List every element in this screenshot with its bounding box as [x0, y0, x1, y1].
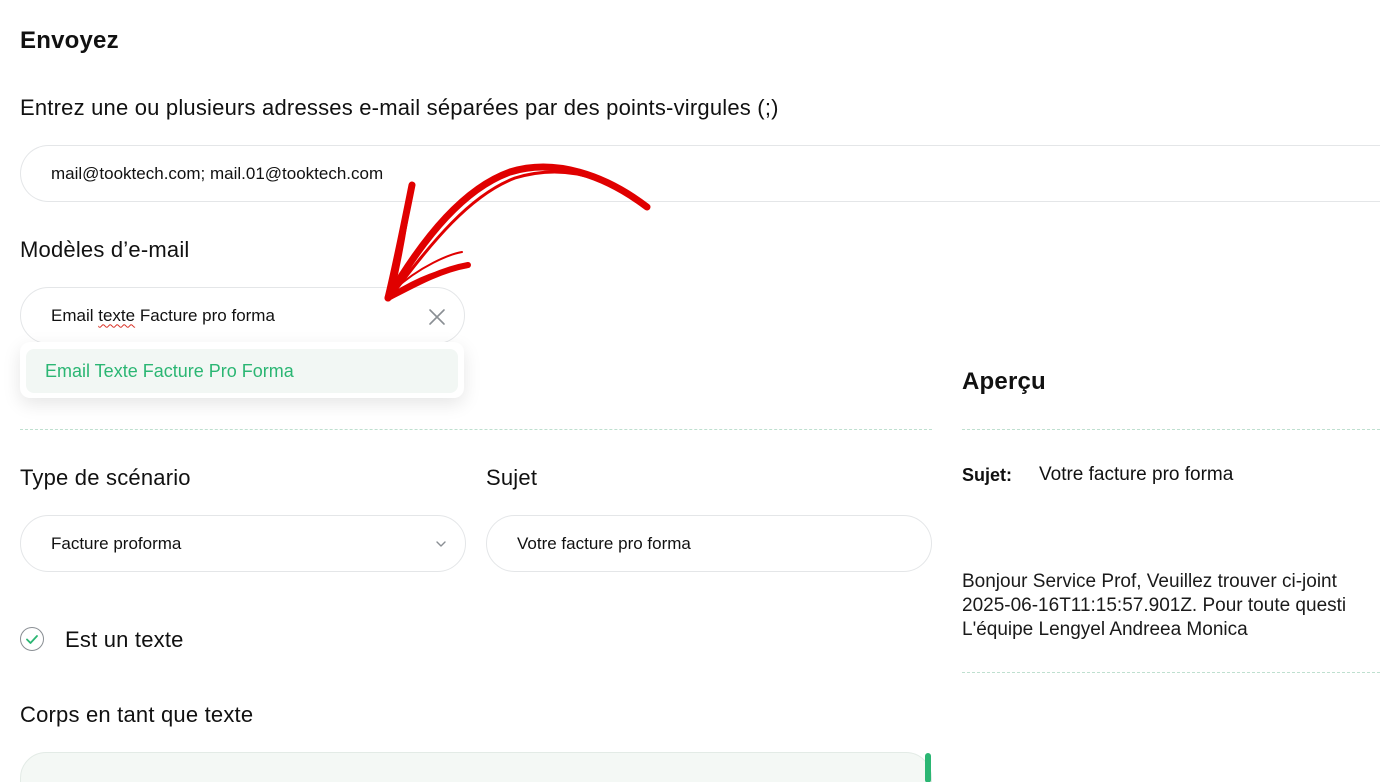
subject-input[interactable]: Votre facture pro forma	[486, 515, 932, 572]
is-text-checkbox[interactable]	[20, 627, 44, 651]
preview-subject-key: Sujet:	[962, 465, 1013, 485]
check-icon	[25, 634, 38, 644]
scrollbar-thumb[interactable]	[925, 753, 931, 782]
scenario-label: Type de scénario	[20, 465, 191, 490]
scenario-select-value: Facture proforma	[51, 533, 182, 553]
subject-label: Sujet	[486, 465, 538, 490]
scenario-select[interactable]: Facture proforma	[20, 515, 466, 572]
preview-body: Bonjour Service Prof, Veuillez trouver c…	[962, 570, 1380, 642]
emails-input[interactable]: mail@tooktech.com; mail.01@tooktech.com	[20, 145, 1380, 202]
preview-divider-bottom	[962, 672, 1380, 673]
subject-input-value: Votre facture pro forma	[517, 533, 691, 553]
body-textarea[interactable]	[20, 752, 932, 782]
page-title: Envoyez	[20, 27, 119, 54]
template-input-value: Email texte Facture pro forma	[51, 305, 275, 325]
template-option[interactable]: Email Texte Facture Pro Forma	[26, 349, 458, 393]
preview-body-line: L'équipe Lengyel Andreea Monica	[962, 619, 1248, 640]
preview-divider-top	[962, 429, 1380, 430]
is-text-label: Est un texte	[65, 627, 184, 652]
emails-label: Entrez une ou plusieurs adresses e-mail …	[20, 95, 779, 120]
body-label: Corps en tant que texte	[20, 702, 254, 727]
template-dropdown: Email Texte Facture Pro Forma	[20, 342, 464, 398]
templates-label: Modèles d’e-mail	[20, 237, 190, 262]
divider	[20, 429, 932, 430]
emails-input-value: mail@tooktech.com; mail.01@tooktech.com	[51, 163, 384, 183]
template-combobox[interactable]: Email texte Facture pro forma	[20, 287, 465, 344]
preview-title: Aperçu	[962, 368, 1046, 395]
preview-subject-value: Votre facture pro forma	[1039, 464, 1234, 485]
chevron-down-icon	[436, 541, 446, 547]
preview-body-line: Bonjour Service Prof, Veuillez trouver c…	[962, 571, 1337, 592]
send-email-page: Envoyez Entrez une ou plusieurs adresses…	[0, 0, 1380, 782]
preview-body-line: 2025-06-16T11:15:57.901Z. Pour toute que…	[962, 595, 1347, 616]
close-icon[interactable]	[428, 308, 446, 326]
